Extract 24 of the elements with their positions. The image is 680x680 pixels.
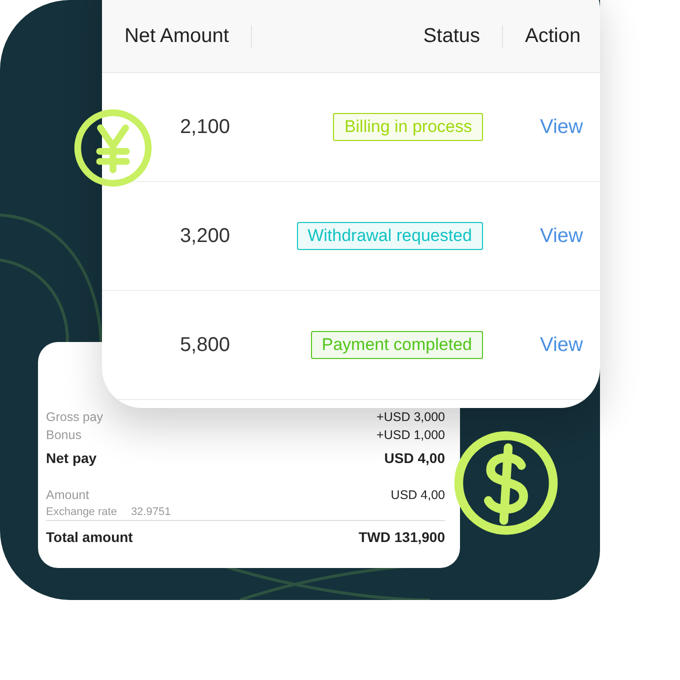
view-link[interactable]: View [540,334,583,356]
line-value: +USD 3,000 [376,410,445,424]
column-header: Net Amount [124,25,229,47]
line-value: USD 4,00 [390,488,445,502]
line-label: Amount [46,488,90,502]
table-cell: 5,800 [180,334,230,356]
line-value: USD 4,00 [384,450,445,466]
view-link[interactable]: View [540,116,583,138]
line-value: 32.9751 [130,506,171,518]
line-label: Bonus [46,428,82,442]
status-badge: Payment completed [310,331,483,359]
status-badge: Billing in process [333,113,483,141]
line-label: Net pay [46,450,97,466]
column-header: Status [423,25,480,47]
table-cell: 2,100 [180,116,230,138]
line-value: +USD 1,000 [376,428,445,442]
line-value: TWD 131,900 [358,529,445,545]
table-cell: 3,200 [180,224,230,246]
line-label: Exchange rate [46,506,117,518]
line-label: Gross pay [46,410,103,424]
status-badge: Withdrawal requested [296,222,483,250]
line-label: Total amount [46,529,133,545]
view-link[interactable]: View [540,224,583,246]
column-header: Action [525,25,581,47]
